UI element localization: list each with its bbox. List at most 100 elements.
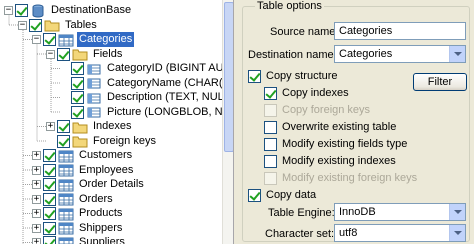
tree-checkbox[interactable] bbox=[43, 163, 56, 177]
collapse-icon[interactable]: − bbox=[4, 6, 13, 15]
destination-name-combo[interactable]: Categories bbox=[334, 45, 466, 63]
tree-node-indexes-folder[interactable]: + Indexes bbox=[46, 119, 134, 134]
tree-node-table[interactable]: + Employees bbox=[32, 163, 135, 178]
tree-node-tables-folder[interactable]: − Tables bbox=[18, 18, 99, 33]
tree-node-label: Shippers bbox=[79, 221, 123, 234]
object-tree[interactable]: − DestinationBase − Tables − Categories − Fi… bbox=[0, 0, 234, 244]
tree-checkbox[interactable] bbox=[43, 236, 56, 244]
tree-node-label: Fields bbox=[93, 47, 123, 60]
tree-checkbox[interactable] bbox=[71, 76, 84, 90]
copy-foreign-keys-label: Copy foreign keys bbox=[282, 104, 371, 116]
tree-node-table-categories[interactable]: − Categories bbox=[32, 32, 135, 47]
table-engine-combo[interactable]: InnoDB bbox=[334, 203, 466, 221]
table-icon bbox=[58, 150, 74, 162]
tree-node-foreign-keys-folder[interactable]: Foreign keys bbox=[46, 134, 158, 149]
modify-existing-indexes-label: Modify existing indexes bbox=[282, 155, 396, 167]
expand-icon[interactable]: + bbox=[32, 165, 41, 175]
expand-icon[interactable]: + bbox=[32, 223, 41, 233]
checkbox-box[interactable] bbox=[264, 103, 277, 117]
table-icon bbox=[58, 193, 74, 206]
tree-checkbox[interactable] bbox=[29, 18, 42, 32]
expand-icon[interactable]: + bbox=[46, 122, 55, 131]
copy-indexes-checkbox[interactable]: Copy indexes bbox=[264, 86, 349, 100]
copy-data-checkbox[interactable]: Copy data bbox=[248, 188, 316, 202]
tree-node-fields-folder[interactable]: − Fields bbox=[46, 47, 124, 62]
tree-node-field[interactable]: Description (TEXT, NULL) bbox=[60, 90, 233, 105]
modify-existing-foreign-keys-checkbox[interactable]: Modify existing foreign keys bbox=[264, 171, 417, 185]
checkbox-box[interactable] bbox=[248, 188, 261, 202]
table-engine-value: InnoDB bbox=[339, 206, 376, 218]
tree-node-database[interactable]: − DestinationBase bbox=[4, 3, 133, 18]
checkbox-box[interactable] bbox=[264, 154, 277, 168]
tree-checkbox[interactable] bbox=[71, 62, 84, 75]
tree-checkbox[interactable] bbox=[57, 134, 70, 148]
tree-checkbox[interactable] bbox=[43, 207, 56, 220]
tree-node-field[interactable]: CategoryName (CHAR(15), N bbox=[60, 76, 233, 91]
checkbox-box[interactable] bbox=[264, 120, 277, 134]
tree-vertical-scrollbar[interactable] bbox=[222, 0, 233, 244]
folder-icon bbox=[72, 49, 88, 61]
checkbox-box[interactable] bbox=[264, 86, 277, 100]
tree-node-label: Employees bbox=[79, 163, 134, 176]
tree-node-label: Products bbox=[79, 207, 123, 219]
checkbox-box[interactable] bbox=[264, 171, 277, 185]
tree-node-table[interactable]: + Products bbox=[32, 206, 124, 221]
source-name-field[interactable]: Categories bbox=[334, 22, 466, 40]
tree-node-table[interactable]: + Suppliers bbox=[32, 235, 127, 244]
tree-checkbox[interactable] bbox=[43, 221, 56, 235]
tree-node-label: DestinationBase bbox=[51, 4, 132, 16]
tree-checkbox[interactable] bbox=[15, 4, 28, 17]
tree-node-label: Foreign keys bbox=[93, 134, 156, 147]
filter-button[interactable]: Filter bbox=[413, 73, 467, 91]
copy-data-label: Copy data bbox=[266, 189, 317, 201]
copy-structure-checkbox[interactable]: Copy structure bbox=[248, 69, 338, 83]
tree-checkbox[interactable] bbox=[43, 33, 56, 46]
scrollbar-thumb[interactable] bbox=[224, 2, 233, 152]
tree-node-field[interactable]: CategoryID (BIGINT AUTO_I bbox=[60, 61, 233, 76]
folder-icon bbox=[72, 122, 88, 133]
collapse-icon[interactable]: − bbox=[46, 49, 55, 59]
field-icon bbox=[87, 107, 101, 118]
collapse-icon[interactable]: − bbox=[32, 35, 41, 44]
destination-name-value: Categories bbox=[339, 48, 393, 60]
tree-checkbox[interactable] bbox=[71, 105, 84, 119]
expand-icon[interactable]: + bbox=[32, 180, 41, 189]
tree-checkbox[interactable] bbox=[71, 91, 84, 104]
folder-icon bbox=[44, 20, 60, 32]
tree-node-table[interactable]: + Orders bbox=[32, 192, 115, 207]
tree-node-table[interactable]: + Order Details bbox=[32, 177, 146, 192]
tree-checkbox[interactable] bbox=[57, 47, 70, 61]
collapse-icon[interactable]: − bbox=[18, 20, 27, 30]
checkbox-box[interactable] bbox=[264, 137, 277, 151]
checkbox-box[interactable] bbox=[248, 69, 261, 83]
tree-checkbox[interactable] bbox=[43, 192, 56, 206]
tree-node-label: Orders bbox=[79, 192, 113, 205]
field-icon bbox=[87, 64, 101, 74]
copy-indexes-label: Copy indexes bbox=[282, 87, 349, 99]
tree-checkbox[interactable] bbox=[43, 149, 56, 162]
chevron-down-icon[interactable] bbox=[449, 46, 465, 62]
character-set-combo[interactable]: utf8 bbox=[334, 224, 466, 242]
modify-existing-indexes-checkbox[interactable]: Modify existing indexes bbox=[264, 154, 396, 168]
tree-node-table[interactable]: + Shippers bbox=[32, 221, 124, 236]
table-icon bbox=[58, 34, 74, 46]
table-icon bbox=[58, 208, 74, 220]
copy-structure-label: Copy structure bbox=[266, 70, 338, 82]
overwrite-existing-table-checkbox[interactable]: Overwrite existing table bbox=[264, 120, 396, 134]
expand-icon[interactable]: + bbox=[32, 151, 41, 160]
tree-checkbox[interactable] bbox=[57, 120, 70, 133]
chevron-down-icon[interactable] bbox=[449, 225, 465, 241]
tree-checkbox[interactable] bbox=[43, 178, 56, 191]
tree-node-label: Order Details bbox=[79, 178, 144, 190]
expand-icon[interactable]: + bbox=[32, 238, 41, 244]
expand-icon[interactable]: + bbox=[32, 194, 41, 204]
expand-icon[interactable]: + bbox=[32, 209, 41, 218]
tree-node-field[interactable]: Picture (LONGBLOB, NULL) bbox=[60, 105, 233, 120]
tree-node-table[interactable]: + Customers bbox=[32, 148, 134, 163]
modify-existing-foreign-keys-label: Modify existing foreign keys bbox=[282, 172, 418, 184]
table-options-group: Table options Source name: Categories De… bbox=[242, 0, 470, 242]
chevron-down-icon[interactable] bbox=[449, 204, 465, 220]
modify-existing-fields-type-checkbox[interactable]: Modify existing fields type bbox=[264, 137, 407, 151]
copy-foreign-keys-checkbox[interactable]: Copy foreign keys bbox=[264, 103, 370, 117]
table-icon bbox=[58, 164, 74, 177]
